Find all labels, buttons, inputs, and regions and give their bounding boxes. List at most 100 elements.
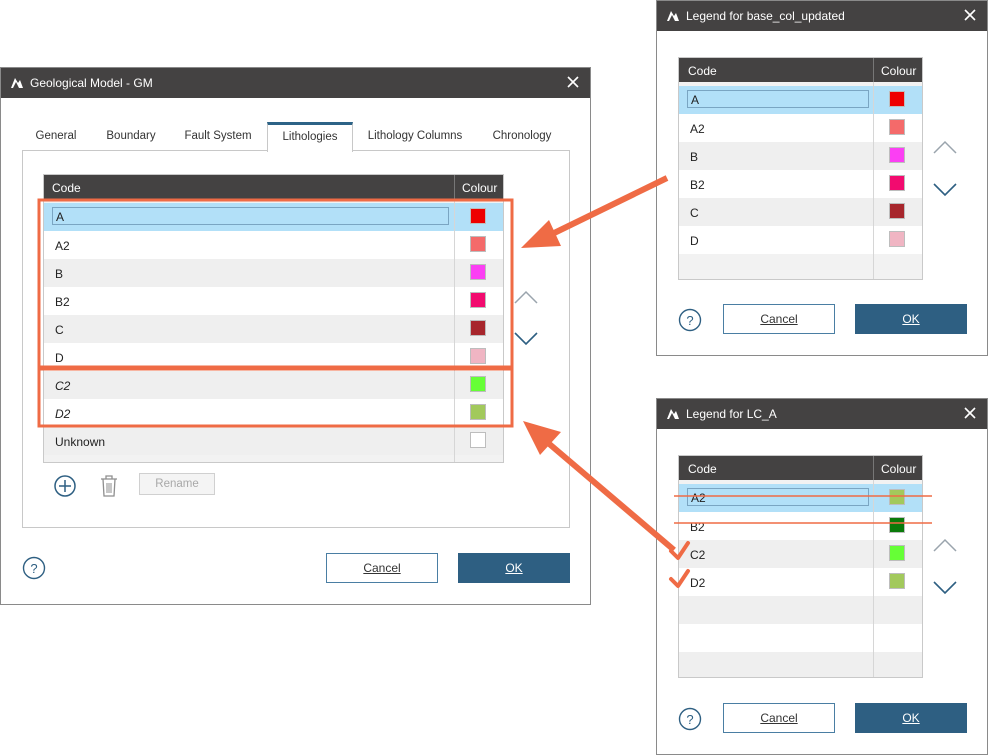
colour-swatch[interactable] bbox=[889, 147, 905, 163]
tab-label: General bbox=[35, 130, 77, 142]
table-row[interactable]: D2 bbox=[679, 568, 922, 596]
cancel-label: Cancel bbox=[760, 312, 798, 326]
row-code: B bbox=[55, 267, 64, 281]
ok-label: OK bbox=[902, 312, 920, 326]
colour-swatch[interactable] bbox=[470, 236, 486, 252]
move-down-icon[interactable] bbox=[514, 332, 538, 346]
ok-label: OK bbox=[902, 711, 920, 725]
close-icon[interactable] bbox=[962, 7, 978, 23]
app-icon bbox=[11, 78, 23, 88]
row-code: D2 bbox=[55, 407, 71, 421]
colour-swatch[interactable] bbox=[889, 489, 905, 505]
table-row[interactable]: A bbox=[679, 86, 922, 114]
app-icon bbox=[667, 11, 679, 21]
colour-swatch[interactable] bbox=[470, 376, 486, 392]
legend-lca-dialog: Legend for LC_A Code Colour A2 B2 C2 D2 bbox=[656, 398, 988, 755]
code-edit-field[interactable]: A bbox=[687, 90, 869, 108]
table-row[interactable]: D bbox=[679, 226, 922, 254]
colour-swatch[interactable] bbox=[889, 175, 905, 191]
table-row[interactable]: D bbox=[44, 343, 503, 371]
rename-label: Rename bbox=[155, 478, 199, 490]
ok-button[interactable]: OK bbox=[458, 553, 570, 583]
colour-swatch[interactable] bbox=[470, 320, 486, 336]
colour-swatch[interactable] bbox=[889, 231, 905, 247]
table-row[interactable]: B bbox=[679, 142, 922, 170]
table-row[interactable]: D2 bbox=[44, 399, 503, 427]
row-code: C bbox=[55, 323, 64, 337]
tab-chronology[interactable]: Chronology bbox=[484, 122, 560, 150]
help-icon[interactable]: ? bbox=[22, 556, 46, 580]
colour-swatch[interactable] bbox=[889, 573, 905, 589]
colour-column-header: Colour bbox=[881, 64, 917, 78]
cancel-button[interactable]: Cancel bbox=[326, 553, 438, 583]
move-up-icon[interactable] bbox=[933, 140, 957, 154]
delete-icon[interactable] bbox=[99, 474, 119, 498]
column-divider bbox=[454, 199, 455, 462]
cancel-label: Cancel bbox=[363, 561, 401, 575]
ok-label: OK bbox=[505, 561, 523, 575]
help-icon[interactable]: ? bbox=[678, 707, 702, 731]
table-row[interactable]: B2 bbox=[679, 170, 922, 198]
help-icon[interactable]: ? bbox=[678, 308, 702, 332]
svg-text:?: ? bbox=[686, 313, 693, 328]
tab-label: Fault System bbox=[184, 130, 252, 142]
colour-swatch[interactable] bbox=[889, 203, 905, 219]
move-down-icon[interactable] bbox=[933, 183, 957, 197]
table-row[interactable]: C bbox=[679, 198, 922, 226]
table-row[interactable]: B2 bbox=[679, 512, 922, 540]
table-row[interactable]: Unknown bbox=[44, 427, 503, 455]
row-code: D bbox=[690, 234, 699, 248]
row-code: C2 bbox=[55, 379, 71, 393]
colour-swatch[interactable] bbox=[470, 264, 486, 280]
move-down-icon[interactable] bbox=[933, 581, 957, 595]
move-up-icon[interactable] bbox=[933, 538, 957, 552]
colour-swatch[interactable] bbox=[889, 545, 905, 561]
table-row[interactable]: B bbox=[44, 259, 503, 287]
table-row[interactable]: C bbox=[44, 315, 503, 343]
close-icon[interactable] bbox=[962, 405, 978, 421]
ok-button[interactable]: OK bbox=[855, 304, 967, 334]
code-edit-field[interactable]: A2 bbox=[687, 488, 869, 506]
row-code: B2 bbox=[55, 295, 70, 309]
colour-swatch[interactable] bbox=[889, 91, 905, 107]
tab-lithology-columns[interactable]: Lithology Columns bbox=[359, 122, 471, 150]
rename-button[interactable]: Rename bbox=[139, 473, 215, 495]
code-edit-field[interactable]: A bbox=[52, 207, 449, 225]
colour-swatch[interactable] bbox=[470, 348, 486, 364]
table-row[interactable]: C2 bbox=[679, 540, 922, 568]
title-bar: Legend for base_col_updated bbox=[657, 1, 987, 31]
colour-swatch[interactable] bbox=[889, 119, 905, 135]
tab-fault-system[interactable]: Fault System bbox=[176, 122, 260, 150]
row-code: C2 bbox=[690, 548, 706, 562]
colour-swatch[interactable] bbox=[470, 208, 486, 224]
table-row[interactable]: A2 bbox=[44, 231, 503, 259]
table-row[interactable]: A2 bbox=[679, 114, 922, 142]
column-divider bbox=[873, 58, 874, 82]
table-row[interactable]: A2 bbox=[679, 484, 922, 512]
tab-general[interactable]: General bbox=[26, 122, 86, 150]
colour-swatch[interactable] bbox=[470, 404, 486, 420]
add-icon[interactable] bbox=[53, 474, 77, 498]
ok-button[interactable]: OK bbox=[855, 703, 967, 733]
app-icon bbox=[667, 409, 679, 419]
tab-lithologies[interactable]: Lithologies bbox=[267, 122, 353, 152]
tab-label: Lithology Columns bbox=[367, 130, 463, 142]
cancel-button[interactable]: Cancel bbox=[723, 304, 835, 334]
title-bar: Geological Model - GM bbox=[1, 68, 590, 98]
table-header: Code Colour bbox=[679, 456, 922, 480]
title-bar: Legend for LC_A bbox=[657, 399, 987, 429]
colour-swatch[interactable] bbox=[889, 517, 905, 533]
colour-swatch[interactable] bbox=[470, 292, 486, 308]
table-row[interactable]: A bbox=[44, 203, 503, 231]
tab-label: Lithologies bbox=[282, 131, 338, 143]
column-divider bbox=[873, 456, 874, 480]
close-icon[interactable] bbox=[565, 74, 581, 90]
tab-label: Chronology bbox=[492, 130, 552, 142]
colour-swatch[interactable] bbox=[470, 432, 486, 448]
colour-column-header: Colour bbox=[881, 462, 917, 476]
tab-boundary[interactable]: Boundary bbox=[97, 122, 165, 150]
table-row[interactable]: C2 bbox=[44, 371, 503, 399]
move-up-icon[interactable] bbox=[514, 290, 538, 304]
table-row[interactable]: B2 bbox=[44, 287, 503, 315]
cancel-button[interactable]: Cancel bbox=[723, 703, 835, 733]
